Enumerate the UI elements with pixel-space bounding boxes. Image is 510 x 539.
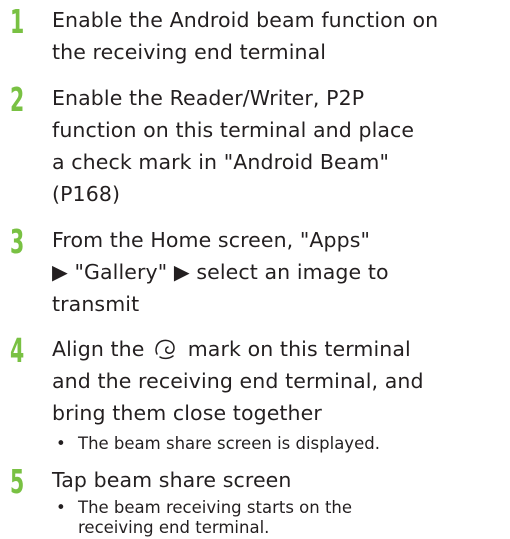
step-line: Enable the Android beam function on bbox=[52, 8, 439, 32]
note-text: The beam share screen is displayed. bbox=[78, 434, 380, 453]
step-text: Align the mark on this terminal and the … bbox=[52, 333, 508, 429]
step-number: 4 bbox=[10, 331, 25, 370]
nfc-mark-icon bbox=[155, 339, 175, 360]
step-line: transmit bbox=[52, 292, 140, 316]
step-line: Tap beam share screen bbox=[52, 468, 292, 492]
step-line-text: mark on this terminal bbox=[187, 337, 411, 361]
note-text: The beam receiving starts on the receivi… bbox=[56, 496, 506, 539]
step-number: 1 bbox=[10, 2, 25, 41]
step-text: Enable the Android beam function on the … bbox=[52, 4, 508, 68]
step-line: From the Home screen, "Apps" bbox=[52, 228, 371, 252]
instruction-page: 1 Enable the Android beam function on th… bbox=[0, 0, 510, 539]
step-line: Align the mark on this terminal bbox=[52, 333, 508, 365]
step-line: the receiving end terminal bbox=[52, 40, 327, 64]
step-line: function on this terminal and place bbox=[52, 118, 415, 142]
step-line: (P168) bbox=[52, 182, 121, 206]
step-number: 3 bbox=[10, 222, 25, 261]
step-number: 2 bbox=[10, 80, 25, 119]
step-line: Enable the Reader/Writer, P2P bbox=[52, 86, 365, 110]
step-line: a check mark in "Android Beam" bbox=[52, 150, 390, 174]
step-5-note: • The beam receiving starts on the recei… bbox=[56, 496, 506, 539]
step-number: 5 bbox=[10, 462, 25, 501]
step-line: ▶ "Gallery" ▶ select an image to bbox=[52, 260, 389, 284]
step-line: bring them close together bbox=[52, 401, 322, 425]
step-text: From the Home screen, "Apps" ▶ "Gallery"… bbox=[52, 224, 508, 320]
step-line: and the receiving end terminal, and bbox=[52, 369, 424, 393]
note-bullet: • bbox=[56, 434, 66, 453]
note-bullet: • bbox=[56, 498, 66, 517]
step-4-note: • The beam share screen is displayed. bbox=[56, 432, 506, 455]
step-line-text: Align the bbox=[52, 337, 145, 361]
step-text: Enable the Reader/Writer, P2P function o… bbox=[52, 82, 508, 210]
step-text: Tap beam share screen bbox=[52, 464, 508, 496]
